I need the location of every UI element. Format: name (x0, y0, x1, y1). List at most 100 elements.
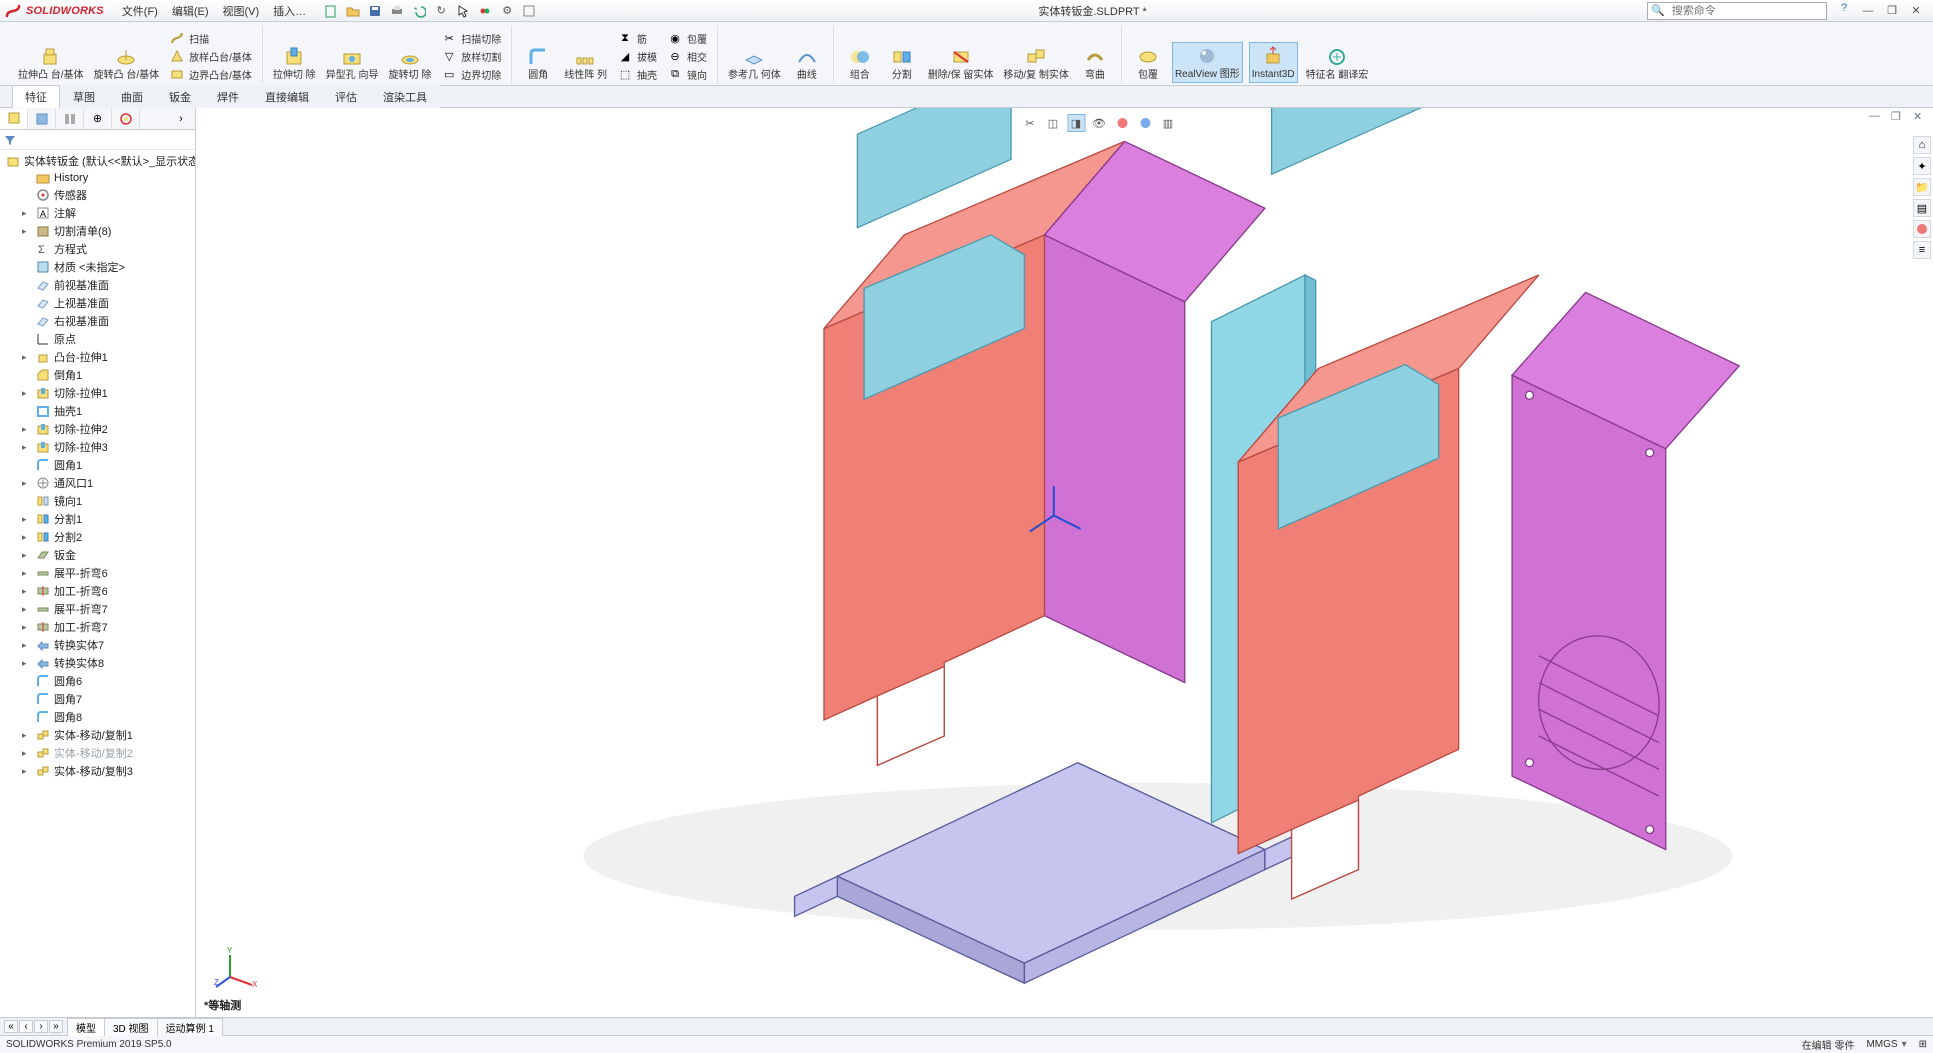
qat-save-icon[interactable] (366, 2, 384, 20)
caret-icon[interactable]: ▸ (22, 424, 32, 435)
tree-item[interactable]: 材质 <未指定> (16, 258, 195, 276)
ref-geometry-button[interactable]: 参考几 何体 (726, 44, 783, 84)
fm-filter[interactable] (0, 130, 195, 150)
caret-icon[interactable]: ▸ (22, 388, 32, 399)
tab-sketch[interactable]: 草图 (60, 85, 108, 108)
tree-item[interactable]: ▸转换实体8 (16, 654, 195, 672)
tree-item[interactable]: 抽壳1 (16, 402, 195, 420)
qat-new-icon[interactable] (322, 2, 340, 20)
boundary-cut-button[interactable]: ▭边界切除 (439, 65, 503, 83)
tree-item[interactable]: ▸通风口1 (16, 474, 195, 492)
tree-item[interactable]: Σ方程式 (16, 240, 195, 258)
menu-insert[interactable]: 插入… (267, 1, 312, 21)
rib-button[interactable]: ⧗筋 (615, 29, 659, 47)
qat-options-icon[interactable]: ⚙ (498, 2, 516, 20)
hole-wizard-button[interactable]: 异型孔 向导 (324, 44, 381, 84)
tree-item[interactable]: 圆角8 (16, 708, 195, 726)
qat-open-icon[interactable] (344, 2, 362, 20)
taskpane-library-icon[interactable]: 📁 (1913, 178, 1931, 196)
instant3d-button[interactable]: Instant3D (1249, 42, 1298, 84)
restore-button[interactable]: ❐ (1881, 2, 1903, 20)
flex-button[interactable]: 弯曲 (1077, 44, 1113, 84)
caret-icon[interactable]: ▸ (22, 478, 32, 489)
fm-tab-dim[interactable]: ⊕ (84, 109, 112, 129)
tree-root[interactable]: 实体转钣金 (默认<<默认>_显示状态) (0, 152, 195, 170)
tree-item[interactable]: ▸切除-拉伸1 (16, 384, 195, 402)
command-search[interactable]: 🔍 (1647, 2, 1827, 20)
help-icon[interactable]: ? (1835, 2, 1853, 20)
realview-button[interactable]: RealView 图形 (1172, 42, 1243, 84)
draft-button[interactable]: ◢拔模 (615, 47, 659, 65)
sweep-button[interactable]: 扫描 (167, 29, 254, 47)
caret-icon[interactable]: ▸ (22, 550, 32, 561)
tab-render[interactable]: 渲染工具 (370, 85, 440, 108)
caret-icon[interactable]: ▸ (22, 568, 32, 579)
caret-icon[interactable]: ▸ (22, 352, 32, 363)
menu-file[interactable]: 文件(F) (116, 1, 164, 21)
wrap2-button[interactable]: 包覆 (1130, 44, 1166, 84)
taskpane-resources-icon[interactable]: ✦ (1913, 157, 1931, 175)
caret-icon[interactable]: ▸ (22, 730, 32, 741)
sweep-cut-button[interactable]: ✂扫描切除 (439, 29, 503, 47)
caret-icon[interactable]: ▸ (22, 604, 32, 615)
tree-item[interactable]: ▸A注解 (16, 204, 195, 222)
tree-item[interactable]: 前视基准面 (16, 276, 195, 294)
tree-item[interactable]: ▸展平-折弯6 (16, 564, 195, 582)
fm-tab-config[interactable] (56, 109, 84, 129)
status-tags-icon[interactable]: ⊞ (1919, 1039, 1927, 1050)
caret-icon[interactable]: ▸ (22, 640, 32, 651)
tree-item[interactable]: ▸钣金 (16, 546, 195, 564)
tree-item[interactable]: 传感器 (16, 186, 195, 204)
search-input[interactable] (1668, 5, 1826, 17)
revolve-boss-button[interactable]: 旋转凸 台/基体 (92, 44, 162, 84)
tab-features[interactable]: 特征 (12, 85, 60, 108)
model-tab-3dview[interactable]: 3D 视图 (104, 1018, 158, 1036)
tree-item[interactable]: History (16, 170, 195, 186)
combine-button[interactable]: 组合 (842, 44, 878, 84)
caret-icon[interactable]: ▸ (22, 442, 32, 453)
tree-item[interactable]: ▸切除-拉伸2 (16, 420, 195, 438)
model-tab-first-icon[interactable]: « (4, 1020, 18, 1033)
delete-keep-button[interactable]: 删除/保 留实体 (926, 44, 996, 84)
tree-item[interactable]: 圆角7 (16, 690, 195, 708)
tree-item[interactable]: 圆角6 (16, 672, 195, 690)
close-button[interactable]: ✕ (1905, 2, 1927, 20)
qat-select-icon[interactable] (454, 2, 472, 20)
taskpane-custom-icon[interactable]: ≡ (1913, 241, 1931, 259)
caret-icon[interactable]: ▸ (22, 208, 32, 219)
mirror-button[interactable]: ⧉镜向 (665, 65, 709, 83)
fm-expand-icon[interactable]: › (167, 109, 195, 129)
tree-item[interactable]: ▸实体-移动/复制2 (16, 744, 195, 762)
model-tab-next-icon[interactable]: › (34, 1020, 48, 1033)
tree-item[interactable]: 上视基准面 (16, 294, 195, 312)
linear-pattern-button[interactable]: 线性阵 列 (562, 44, 609, 84)
tree-item[interactable]: ▸转换实体7 (16, 636, 195, 654)
wrap-button[interactable]: ◉包覆 (665, 29, 709, 47)
tree-item[interactable]: ▸加工-折弯6 (16, 582, 195, 600)
model-tab-last-icon[interactable]: » (49, 1020, 63, 1033)
intersect-button[interactable]: ⊖相交 (665, 47, 709, 65)
qat-print-icon[interactable] (388, 2, 406, 20)
tree-item[interactable]: 右视基准面 (16, 312, 195, 330)
fm-tab-tree[interactable] (0, 109, 28, 129)
shell-button[interactable]: ⬚抽壳 (615, 65, 659, 83)
status-units[interactable]: MMGS (1866, 1039, 1906, 1050)
menu-edit[interactable]: 编辑(E) (166, 1, 215, 21)
tree-item[interactable]: 镜向1 (16, 492, 195, 510)
curves-button[interactable]: 曲线 (789, 44, 825, 84)
tree-item[interactable]: ▸加工-折弯7 (16, 618, 195, 636)
tab-evaluate[interactable]: 评估 (322, 85, 370, 108)
caret-icon[interactable]: ▸ (22, 514, 32, 525)
fm-tab-display[interactable] (112, 109, 140, 129)
tree-item[interactable]: ▸实体-移动/复制3 (16, 762, 195, 780)
tree-item[interactable]: 圆角1 (16, 456, 195, 474)
tree-item[interactable]: ▸切除-拉伸3 (16, 438, 195, 456)
extrude-boss-button[interactable]: 拉伸凸 台/基体 (16, 44, 86, 84)
tab-sheetmetal[interactable]: 钣金 (156, 85, 204, 108)
tab-weldments[interactable]: 焊件 (204, 85, 252, 108)
taskpane-home-icon[interactable]: ⌂ (1913, 136, 1931, 154)
tree-item[interactable]: ▸切割清单(8) (16, 222, 195, 240)
caret-icon[interactable]: ▸ (22, 658, 32, 669)
tab-direct-edit[interactable]: 直接编辑 (252, 85, 322, 108)
view-triad[interactable]: Y X Z (214, 945, 258, 989)
